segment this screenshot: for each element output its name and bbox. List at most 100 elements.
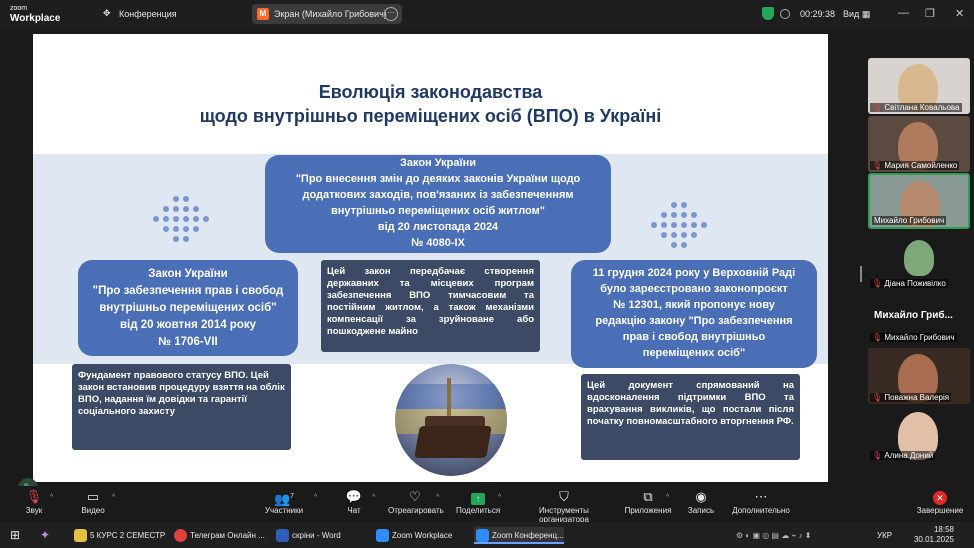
participant-name: 🎙 Михайло Грибович bbox=[870, 333, 957, 342]
participant-name-text: Поважна Валерія bbox=[884, 393, 950, 402]
clock-time: 18:58 bbox=[933, 525, 954, 534]
copilot-icon[interactable]: ✦ bbox=[40, 527, 50, 544]
view-menu[interactable]: Вид ▦ bbox=[843, 9, 870, 20]
shared-screen-area: Еволюція законодавства щодо внутрішньо п… bbox=[0, 28, 862, 498]
participant-tile[interactable]: 🎙 Алина Доний bbox=[868, 406, 970, 462]
conference-label: Конференция bbox=[119, 9, 177, 19]
participant-gallery: 🎙 Світлана Ковальова 🎙 Мария Самойленко … bbox=[862, 28, 974, 486]
record-button[interactable]: ◉ Запись bbox=[686, 488, 716, 515]
participant-name-text: Михайло Грибович bbox=[874, 216, 945, 225]
bill-2024-description: Цей документ спрямований на вдосконаленн… bbox=[581, 374, 800, 460]
taskbar-item-zoom[interactable]: Zoom Workplace bbox=[374, 527, 452, 544]
law-2014-line5: № 1706-VII bbox=[158, 336, 218, 348]
recording-indicator-icon bbox=[780, 9, 790, 19]
decorative-dots-right bbox=[649, 202, 719, 252]
law-2024-line5: від 20 листопада 2024 bbox=[377, 221, 499, 233]
taskbar-item-zoom-meeting[interactable]: Zoom Конференц... bbox=[474, 527, 564, 544]
maximize-button[interactable]: ❐ bbox=[925, 7, 935, 20]
bill-2024-line1: 11 грудня 2024 року у Верховній Раді bbox=[592, 267, 796, 279]
taskbar-item-label: Zoom Workplace bbox=[392, 531, 453, 540]
react-caret-icon[interactable]: ^ bbox=[436, 494, 439, 501]
participant-name: 🎙 Алина Доний bbox=[870, 451, 936, 460]
participant-tile[interactable]: 🎙 Світлана Ковальова bbox=[868, 58, 970, 114]
book-bottom bbox=[414, 426, 492, 458]
encryption-shield-icon[interactable] bbox=[762, 7, 774, 20]
clock-date: 30.01.2025 bbox=[913, 535, 954, 544]
apps-label: Приложения bbox=[624, 506, 672, 515]
heart-icon: ♡ bbox=[409, 489, 421, 504]
share-caret-icon[interactable]: ^ bbox=[498, 494, 501, 501]
chrome-icon bbox=[174, 529, 187, 542]
react-button[interactable]: ♡ Отреагировать bbox=[388, 488, 444, 515]
law-2014-description: Фундамент правового статусу ВПО. Цей зак… bbox=[72, 364, 291, 450]
participants-caret-icon[interactable]: ^ bbox=[314, 494, 317, 501]
meeting-controls: 🎙 Звук ^ ▭ Видео ^ 👥7 Участники ^ 💬 Чат … bbox=[0, 486, 974, 524]
taskbar-item-chrome[interactable]: Телеграм Онлайн ... bbox=[172, 527, 265, 544]
audio-button[interactable]: 🎙 Звук bbox=[22, 488, 46, 515]
law-2014-box: Закон України "Про забезпечення прав і с… bbox=[78, 260, 298, 356]
audio-caret-icon[interactable]: ^ bbox=[50, 494, 53, 501]
close-button[interactable]: ✕ bbox=[955, 7, 964, 20]
participant-name-text: Алина Доний bbox=[884, 451, 934, 460]
presentation-slide: Еволюція законодавства щодо внутрішньо п… bbox=[33, 34, 828, 482]
law-2024-line2: "Про внесення змін до деяких законів Укр… bbox=[295, 173, 581, 185]
minimize-button[interactable]: — bbox=[898, 7, 909, 19]
participant-tile-active[interactable]: Михайло Грибович bbox=[868, 173, 970, 229]
audio-label: Звук bbox=[25, 506, 43, 515]
folder-icon bbox=[74, 529, 87, 542]
participant-tile[interactable]: 🎙 Діана Поживілко bbox=[868, 234, 970, 290]
more-button[interactable]: ⋯ Дополнительно bbox=[730, 488, 792, 515]
screen-share-indicator[interactable]: M Экран (Михайло Грибович) ··· bbox=[252, 4, 402, 24]
law-2024-line1: Закон України bbox=[399, 157, 477, 169]
taskbar-item-label: Телеграм Онлайн ... bbox=[190, 531, 265, 540]
participant-name: Михайло Грибович bbox=[872, 216, 947, 225]
windows-taskbar: ⊞ ✦ 5 КУРС 2 СЕМЕСТР Телеграм Онлайн ...… bbox=[0, 522, 974, 548]
participant-name: 🎙 Діана Поживілко bbox=[870, 279, 948, 288]
muted-mic-icon: 🎙 bbox=[25, 489, 43, 504]
law-2024-line6: № 4080-IX bbox=[411, 237, 465, 249]
view-label: Вид bbox=[843, 9, 860, 19]
decorative-dots-left bbox=[151, 196, 221, 246]
muted-mic-icon: 🎙 bbox=[872, 393, 883, 402]
video-label: Видео bbox=[81, 506, 105, 515]
participants-button[interactable]: 👥7 Участники bbox=[264, 488, 304, 515]
taskbar-item-word[interactable]: скріни - Word bbox=[274, 527, 341, 544]
participant-name-text: Діана Поживілко bbox=[884, 279, 946, 288]
chat-caret-icon[interactable]: ^ bbox=[372, 494, 375, 501]
host-tools-button[interactable]: ⛉ Инструменты организатора bbox=[514, 488, 614, 524]
apps-caret-icon[interactable]: ^ bbox=[666, 494, 669, 501]
more-options-icon[interactable]: ··· bbox=[384, 7, 398, 21]
video-caret-icon[interactable]: ^ bbox=[112, 494, 115, 501]
participant-tile[interactable]: 🎙 Поважна Валерія bbox=[868, 348, 970, 404]
zoom-titlebar: zoom Workplace ✥ Конференция M Экран (Ми… bbox=[0, 0, 974, 28]
video-button[interactable]: ▭ Видео bbox=[78, 488, 108, 515]
more-icon: ⋯ bbox=[754, 489, 768, 504]
more-label: Дополнительно bbox=[732, 506, 790, 515]
share-button[interactable]: ↑ Поделиться bbox=[456, 488, 500, 515]
conference-info[interactable]: ✥ Конференция bbox=[103, 8, 177, 19]
end-meeting-button[interactable]: ✕ Завершение bbox=[914, 488, 966, 515]
muted-mic-icon: 🎙 bbox=[872, 279, 883, 288]
taskbar-item-folder[interactable]: 5 КУРС 2 СЕМЕСТР bbox=[72, 527, 165, 544]
muted-mic-icon: 🎙 bbox=[872, 451, 883, 460]
logo-text-bottom: Workplace bbox=[10, 13, 61, 24]
tray-icons[interactable]: ⚙ ◐ ▣ ◎ ▤ ☁ ⌁ ♪ ⬍ bbox=[736, 527, 811, 544]
participant-tile[interactable]: 🎙 Михайло Грибович bbox=[868, 324, 970, 344]
bill-2024-line6: переміщених осіб" bbox=[642, 347, 746, 359]
language-indicator[interactable]: УКР bbox=[877, 527, 892, 544]
participant-tile[interactable]: 🎙 Мария Самойленко bbox=[868, 116, 970, 172]
participants-label: Участники bbox=[264, 506, 304, 515]
share-screen-icon: ↑ bbox=[456, 488, 500, 506]
windows-start-icon[interactable]: ⊞ bbox=[10, 527, 20, 544]
apps-button[interactable]: ⧉ Приложения bbox=[624, 488, 672, 515]
law-2024-line3: додаткових заходів, пов'язаних із забезп… bbox=[302, 189, 574, 201]
apps-icon: ⧉ bbox=[643, 489, 653, 504]
law-2014-line4: від 20 жовтня 2014 року bbox=[119, 319, 257, 331]
shield-icon: ⛉ bbox=[559, 489, 569, 504]
system-clock[interactable]: 18:58 30.01.2025 bbox=[914, 525, 954, 545]
chat-button[interactable]: 💬 Чат bbox=[342, 488, 366, 515]
react-label: Отреагировать bbox=[388, 506, 444, 515]
bill-2024-box: 11 грудня 2024 року у Верховній Раді бул… bbox=[571, 260, 817, 368]
bill-2024-line3: № 12301, який пропонує нову bbox=[613, 299, 775, 311]
taskbar-item-label: Zoom Конференц... bbox=[492, 531, 564, 540]
